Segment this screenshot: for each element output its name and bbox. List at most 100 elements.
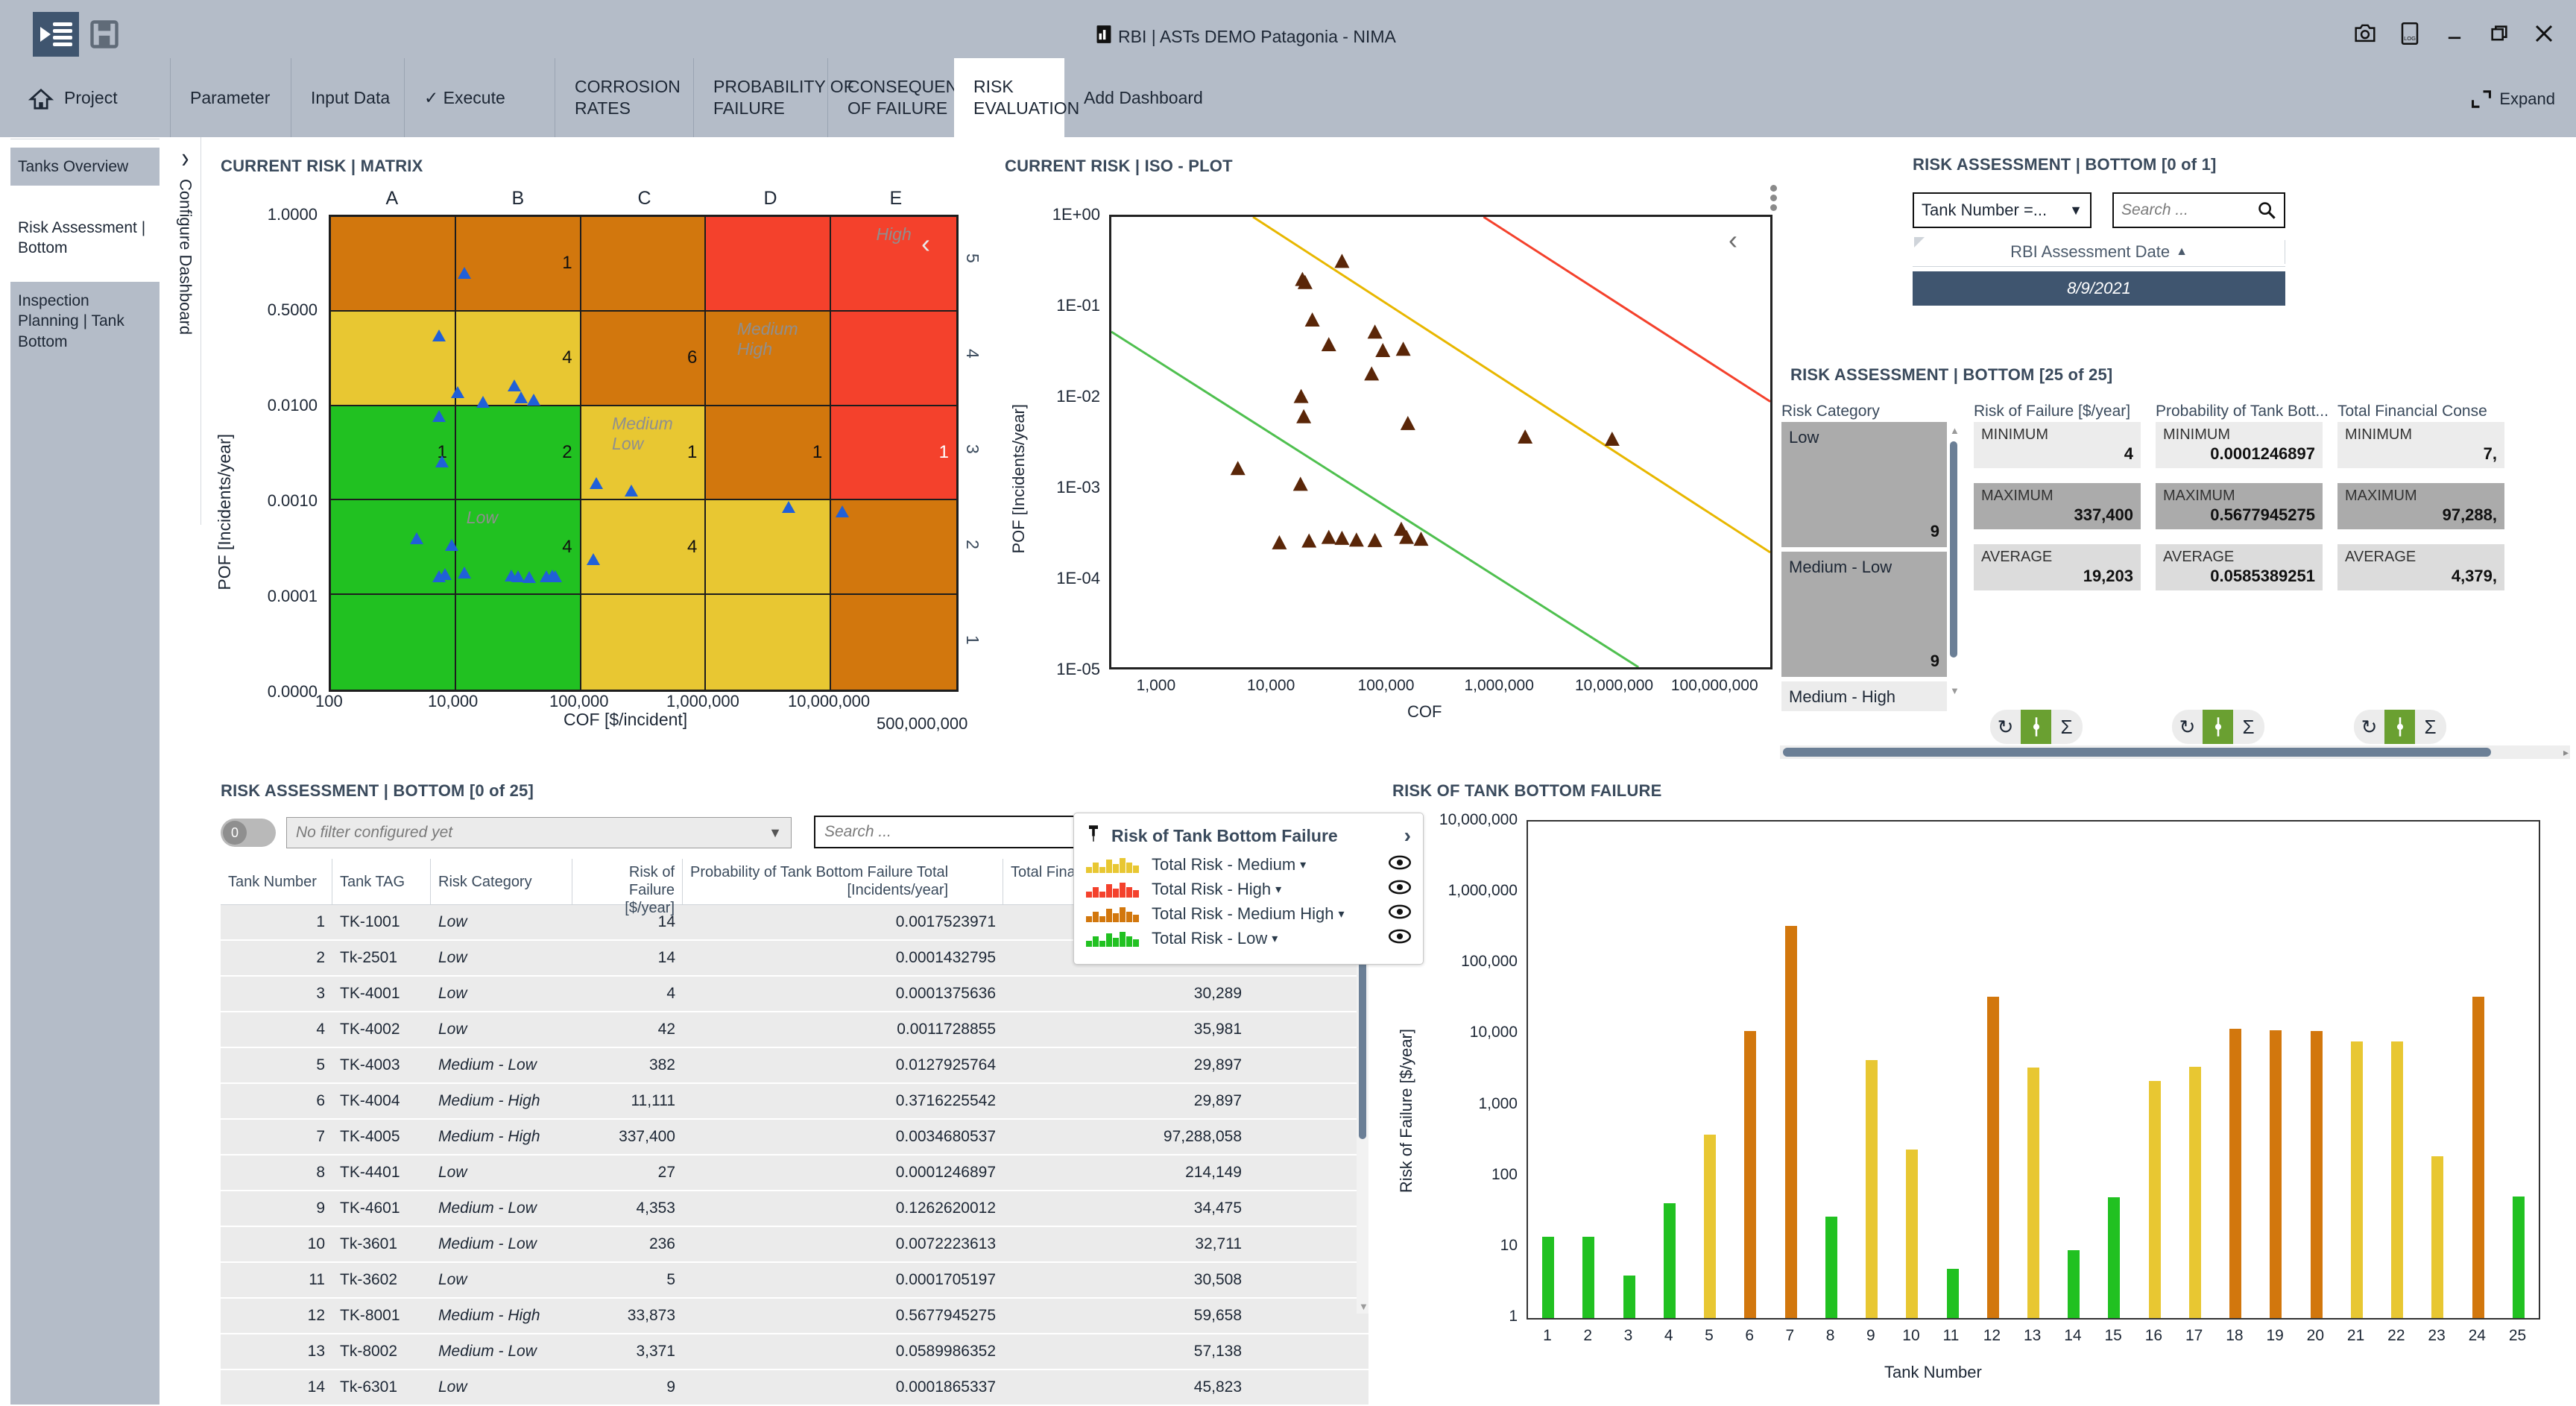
risk-category-scrollbar[interactable]: ▲ ▼ <box>1947 422 1960 698</box>
sidebar-item-risk-assessment-bottom[interactable]: Risk Assessment | Bottom <box>10 209 160 268</box>
bar-tank-2[interactable] <box>1582 1237 1594 1318</box>
log-icon[interactable]: LOG <box>2397 21 2422 46</box>
sidebar-item-tanks-overview[interactable]: Tanks Overview <box>10 148 160 186</box>
matrix-cell-A1[interactable] <box>331 595 456 690</box>
table-row[interactable]: 5TK-4003Medium - Low3820.012792576429,89… <box>221 1048 1368 1082</box>
matrix-cell-D5[interactable] <box>706 217 831 312</box>
matrix-cell-A4[interactable] <box>331 312 456 406</box>
tab-risk-evaluation[interactable]: RISK EVALUATION <box>954 58 1064 137</box>
range-icon[interactable] <box>2021 710 2051 744</box>
iso-collapse-icon[interactable]: ‹ <box>1729 224 1737 256</box>
matrix-cell-E3[interactable]: 1 <box>831 406 956 501</box>
bar-tank-9[interactable] <box>1866 1060 1878 1318</box>
range-icon[interactable] <box>2203 710 2233 744</box>
matrix-grid[interactable]: 1High46Medium High121Medium Low114Low4 <box>329 215 959 692</box>
tab-parameter[interactable]: Parameter <box>170 58 289 137</box>
bar-tank-10[interactable] <box>1906 1150 1918 1318</box>
chevron-right-icon[interactable]: › <box>1404 824 1411 848</box>
minimize-button[interactable] <box>2442 21 2467 46</box>
matrix-marker[interactable] <box>451 386 464 398</box>
matrix-marker[interactable] <box>458 567 471 579</box>
eye-visibility-icon[interactable] <box>1389 904 1411 924</box>
eye-visibility-icon[interactable] <box>1389 880 1411 899</box>
matrix-marker[interactable] <box>432 410 446 422</box>
chevron-down-icon[interactable]: ▾ <box>1300 857 1306 872</box>
matrix-marker[interactable] <box>511 570 525 582</box>
matrix-marker[interactable] <box>625 485 638 496</box>
bar-tank-16[interactable] <box>2149 1081 2161 1318</box>
eye-visibility-icon[interactable] <box>1389 855 1411 874</box>
table-column-header[interactable]: Probability of Tank Bottom Failure Total… <box>683 859 1003 904</box>
filter-select[interactable]: No filter configured yet ▼ <box>286 817 792 848</box>
tab-add-dashboard[interactable]: Add Dashboard <box>1064 58 1222 137</box>
eye-visibility-icon[interactable] <box>1389 929 1411 948</box>
tank-number-filter-select[interactable]: Tank Number =... ▼ <box>1913 192 2092 228</box>
matrix-cell-E1[interactable] <box>831 595 956 690</box>
matrix-marker[interactable] <box>587 553 600 565</box>
bar-tank-6[interactable] <box>1744 1031 1756 1318</box>
matrix-cell-D3[interactable]: 1 <box>706 406 831 501</box>
legend-entry[interactable]: Total Risk - Medium ▾ <box>1086 855 1411 874</box>
bar-tank-25[interactable] <box>2513 1197 2525 1318</box>
table-row[interactable]: 6TK-4004Medium - High11,1110.37162255422… <box>221 1084 1368 1118</box>
matrix-marker[interactable] <box>782 501 795 513</box>
bar-tank-1[interactable] <box>1542 1237 1554 1318</box>
matrix-marker[interactable] <box>458 267 471 279</box>
refresh-icon[interactable]: ↻ <box>2172 710 2203 744</box>
matrix-marker[interactable] <box>590 477 603 489</box>
bar-tank-20[interactable] <box>2311 1031 2323 1318</box>
matrix-marker[interactable] <box>432 570 446 582</box>
bar-tank-14[interactable] <box>2068 1250 2080 1318</box>
matrix-marker[interactable] <box>508 379 521 391</box>
table-row[interactable]: 8TK-4401Low270.0001246897214,149 <box>221 1156 1368 1190</box>
iso-plot-area[interactable]: ‹ <box>1109 215 1772 669</box>
expand-button[interactable]: Expand <box>2471 89 2555 109</box>
risk-category-item-low[interactable]: Low 9 <box>1781 422 1947 547</box>
app-menu-icon[interactable] <box>33 12 79 57</box>
bar-tank-5[interactable] <box>1704 1135 1716 1318</box>
matrix-collapse-icon[interactable]: ‹ <box>921 228 930 259</box>
bar-tank-15[interactable] <box>2108 1197 2120 1318</box>
scroll-up-icon[interactable]: ▲ <box>1950 425 1960 436</box>
table-column-header[interactable]: Risk Category <box>431 859 572 904</box>
configure-dashboard-tab[interactable]: › Configure Dashboard <box>170 137 201 525</box>
rbi-assessment-date-row[interactable]: 8/9/2021 <box>1913 271 2285 306</box>
matrix-marker[interactable] <box>549 570 562 582</box>
table-row[interactable]: 9TK-4601Medium - Low4,3530.126262001234,… <box>221 1191 1368 1226</box>
table-column-header[interactable]: Tank TAG <box>332 859 431 904</box>
bar-tank-11[interactable] <box>1947 1269 1959 1319</box>
sidebar-item-inspection-planning[interactable]: Inspection Planning | Tank Bottom <box>10 282 160 361</box>
range-icon[interactable] <box>2384 710 2415 744</box>
table-row[interactable]: 4TK-4002Low420.001172885535,981 <box>221 1012 1368 1047</box>
matrix-cell-D4[interactable]: Medium High <box>706 312 831 406</box>
matrix-cell-A5[interactable] <box>331 217 456 312</box>
scroll-down-icon[interactable]: ▼ <box>1359 1301 1368 1312</box>
close-button[interactable] <box>2531 21 2557 46</box>
sum-icon[interactable]: Σ <box>2233 710 2264 744</box>
matrix-marker[interactable] <box>432 330 446 341</box>
restore-button[interactable] <box>2487 21 2512 46</box>
risk-category-item-medium-low[interactable]: Medium - Low 9 <box>1781 552 1947 677</box>
camera-icon[interactable] <box>2352 21 2378 46</box>
refresh-icon[interactable]: ↻ <box>1990 710 2021 744</box>
bar-tank-22[interactable] <box>2391 1041 2403 1318</box>
legend-entry[interactable]: Total Risk - High ▾ <box>1086 880 1411 899</box>
chart-legend[interactable]: Risk of Tank Bottom Failure › Total Risk… <box>1073 813 1424 965</box>
refresh-icon[interactable]: ↻ <box>2354 710 2384 744</box>
chevron-down-icon[interactable]: ▾ <box>1339 907 1345 921</box>
matrix-marker[interactable] <box>476 396 490 408</box>
risk-assessment-search-input[interactable]: Search ... <box>2112 192 2285 228</box>
table-row[interactable]: 12TK-8001Medium - High33,8730.5677945275… <box>221 1299 1368 1333</box>
table-row[interactable]: 13Tk-8002Medium - Low3,3710.058998635257… <box>221 1334 1368 1369</box>
bar-tank-19[interactable] <box>2270 1030 2282 1318</box>
filter-toggle[interactable]: 0 <box>221 819 276 847</box>
bar-tank-3[interactable] <box>1623 1276 1635 1318</box>
matrix-cell-C4[interactable]: 6 <box>581 312 707 406</box>
matrix-marker[interactable] <box>836 505 849 517</box>
bar-plot-area[interactable] <box>1527 820 2540 1320</box>
matrix-cell-B1[interactable] <box>456 595 581 690</box>
scroll-thumb[interactable] <box>1950 441 1957 658</box>
bar-tank-21[interactable] <box>2351 1041 2363 1318</box>
sum-icon[interactable]: Σ <box>2415 710 2446 744</box>
table-column-header[interactable]: Risk of Failure [$/year] <box>572 859 683 904</box>
